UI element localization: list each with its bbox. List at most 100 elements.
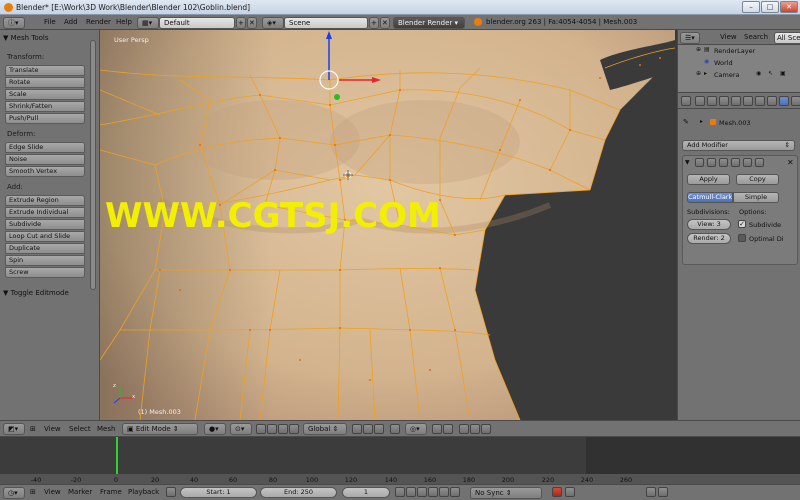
add-modifier-dropdown[interactable]: Add Modifier ⇕ — [682, 140, 795, 151]
apply-button[interactable]: Apply — [687, 174, 730, 185]
render-engine-dropdown[interactable]: Blender Render ▾ — [393, 16, 465, 29]
view-levels-field[interactable]: View: 3 — [687, 219, 731, 230]
opengl-render-icon[interactable] — [481, 424, 491, 434]
copy-button[interactable]: Copy — [736, 174, 779, 185]
outliner-item-camera[interactable]: ⊕ ▸ Camera ◉ ↖ ▣ — [678, 69, 800, 80]
editor-type-timeline-button[interactable]: ◷▾ — [3, 486, 25, 499]
tool-shelf-scrollbar[interactable] — [90, 40, 96, 290]
collapse-arrow-icon[interactable]: ▼ — [685, 159, 690, 166]
collapse-menus-icon[interactable]: ⊞ — [30, 425, 36, 433]
keying-set-icon[interactable] — [565, 487, 575, 497]
timeline-menu-playback[interactable]: Playback — [128, 488, 159, 496]
viewport-menu-view[interactable]: View — [44, 425, 61, 433]
renderable-camera-icon[interactable]: ▣ — [780, 70, 786, 77]
duplicate-button[interactable]: Duplicate — [5, 243, 85, 254]
smooth-vertex-button[interactable]: Smooth Vertex — [5, 166, 85, 177]
interaction-mode-dropdown[interactable]: ▣ Edit Mode ⇕ — [122, 423, 198, 435]
extrude-individual-button[interactable]: Extrude Individual — [5, 207, 85, 218]
visibility-eye-icon[interactable]: ◉ — [756, 70, 761, 77]
subdivide-uvs-checkbox[interactable]: ✓ — [738, 220, 746, 228]
push-pull-button[interactable]: Push/Pull — [5, 113, 85, 124]
render-animation-icon[interactable] — [470, 424, 480, 434]
timeline-area[interactable]: -40 -20 0 20 40 60 80 100 120 140 160 18… — [0, 437, 800, 484]
next-keyframe-icon[interactable] — [439, 487, 449, 497]
scene-tab-icon[interactable] — [707, 96, 717, 106]
timeline-menu-frame[interactable]: Frame — [100, 488, 122, 496]
mesh-tools-header[interactable]: ▼ Mesh Tools — [3, 34, 49, 42]
proportional-editing-dropdown[interactable]: ◎▾ — [405, 423, 427, 435]
editor-type-info-button[interactable]: ⓘ▾ — [3, 16, 25, 29]
object-tab-icon[interactable] — [731, 96, 741, 106]
preview-range-icon[interactable] — [166, 487, 176, 497]
snap-toggle-icon[interactable] — [432, 424, 442, 434]
modifier-tab-wrench-icon[interactable] — [779, 96, 789, 106]
delete-keyframe-icon[interactable] — [658, 487, 668, 497]
shrink-fatten-button[interactable]: Shrink/Fatten — [5, 101, 85, 112]
prev-keyframe-icon[interactable] — [406, 487, 416, 497]
editor-type-3dview-button[interactable]: ◩▾ — [3, 423, 25, 435]
modifier-down-icon[interactable] — [755, 158, 764, 167]
screw-button[interactable]: Screw — [5, 267, 85, 278]
edge-slide-button[interactable]: Edge Slide — [5, 142, 85, 153]
scene-name-field[interactable]: Scene — [284, 16, 368, 29]
pin-icon[interactable]: ✎ — [683, 118, 689, 126]
editor-type-properties-button[interactable] — [681, 96, 691, 106]
show-in-viewport-icon[interactable] — [731, 158, 740, 167]
texture-tab-icon[interactable] — [791, 96, 800, 106]
play-reverse-icon[interactable] — [417, 487, 427, 497]
translate-manipulator-icon[interactable] — [267, 424, 277, 434]
editor-type-outliner-button[interactable]: ☰▾ — [680, 31, 700, 44]
layout-name-field[interactable]: Default — [159, 16, 235, 29]
modifier-up-icon[interactable] — [743, 158, 752, 167]
simple-option[interactable]: Simple — [733, 192, 779, 203]
render-levels-field[interactable]: Render: 2 — [687, 233, 731, 244]
outliner-item-renderlayer[interactable]: ⊕ ▤ RenderLayer — [678, 45, 800, 56]
record-keyframe-icon[interactable] — [552, 487, 562, 497]
timeline-menu-marker[interactable]: Marker — [68, 488, 92, 496]
transform-orientation-dropdown[interactable]: Global ⇕ — [303, 423, 347, 435]
snap-element-icon[interactable] — [443, 424, 453, 434]
rotate-button[interactable]: Rotate — [5, 77, 85, 88]
show-in-editmode-icon[interactable] — [707, 158, 716, 167]
subdivide-button[interactable]: Subdivide — [5, 219, 85, 230]
face-select-icon[interactable] — [374, 424, 384, 434]
timeline-menu-view[interactable]: View — [44, 488, 61, 496]
render-preview-icon[interactable] — [459, 424, 469, 434]
constraints-tab-icon[interactable] — [743, 96, 753, 106]
translate-button[interactable]: Translate — [5, 65, 85, 76]
material-tab-icon[interactable] — [767, 96, 777, 106]
manipulator-toggle-icon[interactable] — [256, 424, 266, 434]
loop-cut-slide-button[interactable]: Loop Cut and Slide — [5, 231, 85, 242]
frame-ruler[interactable]: -40 -20 0 20 40 60 80 100 120 140 160 18… — [0, 474, 800, 484]
extrude-region-button[interactable]: Extrude Region — [5, 195, 85, 206]
pivot-point-dropdown[interactable]: ⊙▾ — [230, 423, 252, 435]
edge-select-icon[interactable] — [363, 424, 373, 434]
scene-selector[interactable]: ◈▾ — [262, 16, 284, 29]
sync-mode-dropdown[interactable]: No Sync ⇕ — [470, 486, 542, 499]
maximize-button[interactable]: □ — [761, 1, 779, 13]
insert-keyframe-icon[interactable] — [646, 487, 656, 497]
current-frame-field[interactable]: 1 — [342, 487, 390, 498]
collapse-menus-icon[interactable]: ⊞ — [30, 488, 36, 496]
viewport-menu-mesh[interactable]: Mesh — [97, 425, 115, 433]
minimize-button[interactable]: – — [742, 1, 760, 13]
viewport-shading-dropdown[interactable]: ●▾ — [204, 423, 226, 435]
delete-modifier-icon[interactable]: ✕ — [787, 158, 794, 167]
show-in-render-icon[interactable] — [719, 158, 728, 167]
vertex-select-icon[interactable] — [352, 424, 362, 434]
outliner-display-dropdown[interactable]: All Sce — [774, 31, 800, 44]
selectable-arrow-icon[interactable]: ↖ — [768, 70, 773, 77]
scale-button[interactable]: Scale — [5, 89, 85, 100]
remove-layout-button[interactable]: ✕ — [247, 16, 257, 29]
current-frame-indicator[interactable] — [116, 437, 118, 474]
data-tab-icon[interactable] — [755, 96, 765, 106]
limit-selection-icon[interactable] — [390, 424, 400, 434]
screen-layout-selector[interactable]: ▦▾ — [137, 16, 159, 29]
outliner-menu-search[interactable]: Search — [744, 33, 768, 41]
end-frame-field[interactable]: End: 250 — [260, 487, 337, 498]
menu-add[interactable]: Add — [64, 18, 78, 26]
rotate-manipulator-icon[interactable] — [278, 424, 288, 434]
menu-file[interactable]: File — [44, 18, 56, 26]
noise-button[interactable]: Noise — [5, 154, 85, 165]
toggle-editmode-header[interactable]: ▼ Toggle Editmode — [3, 289, 69, 297]
